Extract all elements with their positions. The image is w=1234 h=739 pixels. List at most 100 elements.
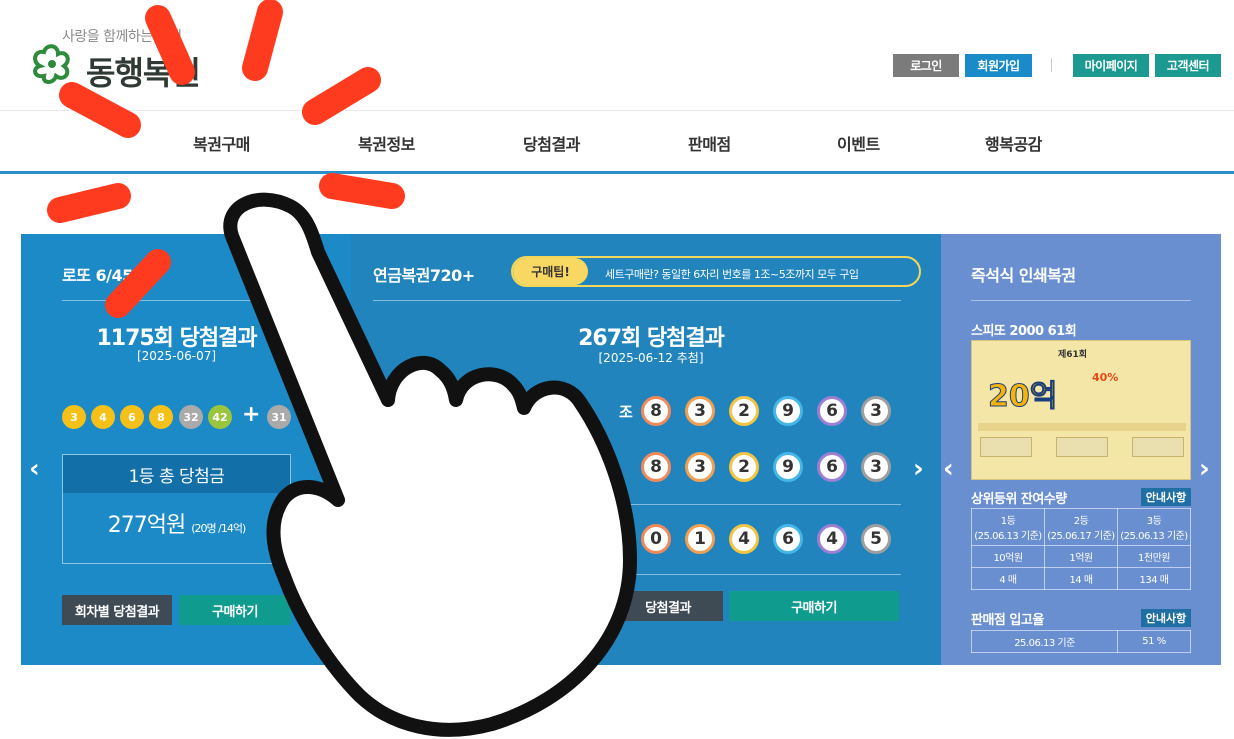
logo-tagline: 사랑을 함께하는 동행	[62, 29, 182, 45]
pension-ball: 6	[817, 452, 847, 482]
lotto-title[interactable]: 로또 6/45	[62, 262, 133, 286]
pension-bonus-ball: 5	[861, 524, 891, 554]
rate-info-button[interactable]: 안내사항	[1141, 609, 1191, 627]
lotto-ball: 3	[62, 405, 86, 429]
lotto-prize-box: 1등 총 당첨금 277억원 (20명 /14억)	[62, 454, 291, 564]
next-arrow-icon[interactable]: ›	[913, 454, 924, 484]
stock-info-button[interactable]: 안내사항	[1141, 488, 1191, 506]
lotto-draw-date: [2025-06-07]	[136, 349, 217, 363]
prize-amount-value: 277억원	[107, 513, 186, 538]
lotto-buy-button[interactable]: 구매하기	[179, 595, 291, 625]
pension-ball: 2	[729, 452, 759, 482]
customer-center-button[interactable]: 고객센터	[1155, 54, 1221, 77]
rate-label: 25.06.13 기준	[971, 630, 1118, 653]
lotto-ball: 32	[179, 405, 203, 429]
divider	[373, 574, 901, 575]
lotto-ball: 42	[208, 405, 232, 429]
stock-title: 상위등위 잔여수량	[971, 492, 1067, 507]
stock-amount: 1천만원	[1117, 545, 1191, 568]
divider	[971, 300, 1191, 301]
pension-ball: 3	[685, 452, 715, 482]
lotto-prize-amount: 277억원 (20명 /14억)	[63, 507, 290, 539]
pension-title[interactable]: 연금복권720+	[373, 262, 475, 286]
ticket-strip	[978, 423, 1186, 431]
mypage-button[interactable]: 마이페이지	[1073, 54, 1149, 77]
divider	[62, 300, 312, 301]
lotto-bonus-ball: 31	[267, 405, 291, 429]
instant-prev-arrow-icon[interactable]: ‹	[943, 454, 954, 484]
stock-header: 3등 (25.06.13 기준)	[1117, 508, 1191, 546]
pension-ball: 6	[817, 396, 847, 426]
spito-ticket-image[interactable]: 제61회 20억 40%	[971, 340, 1191, 480]
pension-bonus-ball: 0	[641, 524, 671, 554]
stock-count: 4 매	[971, 567, 1045, 590]
plus-icon: +	[242, 402, 261, 427]
lotto-panel: 로또 6/45 1175회 당첨결과 [2025-06-07] 3 4 6 8 …	[21, 234, 351, 665]
lotto-ball: 6	[120, 405, 144, 429]
pension-ball: 3	[861, 396, 891, 426]
lotto-prize-head: 1등 총 당첨금	[63, 455, 290, 493]
pension-ball: 9	[773, 396, 803, 426]
tip-text: 세트구매란? 동일한 6자리 번호를 1조~5조까지 모두 구입	[605, 268, 859, 281]
pension-bonus-ball: 6	[773, 524, 803, 554]
rate-title: 판매점 입고율	[971, 613, 1044, 628]
lotto-ball: 8	[149, 405, 173, 429]
nav-item-happiness[interactable]: 행복공감	[985, 131, 1042, 155]
pension-ball: 8	[641, 396, 671, 426]
pension-ball: 3	[861, 452, 891, 482]
pension-bonus-ball: 4	[729, 524, 759, 554]
stock-count: 14 매	[1044, 567, 1118, 590]
ticket-jackpot: 20억	[987, 379, 1058, 415]
nav-item-info[interactable]: 복권정보	[358, 131, 415, 155]
ticket-prize-box	[1132, 437, 1184, 457]
divider	[1051, 58, 1052, 72]
stock-amount: 1억원	[1044, 545, 1118, 568]
spito-title[interactable]: 스피또 2000 61회	[971, 320, 1077, 339]
nav-item-purchase[interactable]: 복권구매	[193, 131, 250, 155]
login-button[interactable]: 로그인	[893, 54, 959, 77]
lotto-history-button[interactable]: 회차별 당첨결과	[62, 595, 172, 625]
stock-table: 1등 (25.06.13 기준) 2등 (25.06.17 기준) 3등 (25…	[971, 508, 1191, 590]
instant-title[interactable]: 즉석식 인쇄복권	[971, 262, 1076, 286]
rate-table: 25.06.13 기준 51 %	[971, 630, 1191, 653]
pension-buy-button[interactable]: 구매하기	[729, 591, 899, 621]
instant-panel: 즉석식 인쇄복권 스피또 2000 61회 제61회 20억 40% ‹ › 상…	[941, 234, 1221, 665]
pension-panel: 연금복권720+ 구매팁! 세트구매란? 동일한 6자리 번호를 1조~5조까지…	[351, 234, 941, 665]
pension-draw-date: [2025-06-12 추첨]	[598, 351, 704, 365]
pension-ball: 8	[641, 452, 671, 482]
nav-item-events[interactable]: 이벤트	[837, 131, 880, 155]
ticket-prize-box	[1056, 437, 1108, 457]
pension-bonus-ball: 1	[685, 524, 715, 554]
main-nav: 복권구매 복권정보 당첨결과 판매점 이벤트 행복공감	[0, 110, 1234, 174]
join-button[interactable]: 회원가입	[965, 54, 1032, 77]
stock-header: 1등 (25.06.13 기준)	[971, 508, 1045, 546]
pension-round-title: 267회 당첨결과	[578, 326, 725, 351]
stock-count: 134 매	[1117, 567, 1191, 590]
prev-arrow-icon[interactable]: ‹	[29, 454, 40, 484]
lotto-ball: 4	[91, 405, 115, 429]
pension-bonus-ball: 4	[817, 524, 847, 554]
instant-next-arrow-icon[interactable]: ›	[1199, 454, 1210, 484]
main-banner: 로또 6/45 1175회 당첨결과 [2025-06-07] 3 4 6 8 …	[21, 234, 1221, 665]
purchase-tip-banner[interactable]: 구매팁! 세트구매란? 동일한 6자리 번호를 1조~5조까지 모두 구입	[511, 256, 921, 287]
prize-amount-note: (20명 /14억)	[191, 522, 246, 535]
rate-value: 51 %	[1117, 630, 1191, 653]
tip-tag: 구매팁!	[513, 258, 588, 285]
stock-amount: 10억원	[971, 545, 1045, 568]
ticket-prize-box	[980, 437, 1032, 457]
jo-label: 조	[619, 403, 633, 421]
divider	[373, 300, 901, 301]
pension-ball: 2	[729, 396, 759, 426]
stock-header: 2등 (25.06.17 기준)	[1044, 508, 1118, 546]
pension-ball: 9	[773, 452, 803, 482]
nav-item-stores[interactable]: 판매점	[688, 131, 731, 155]
pension-history-button[interactable]: 당첨결과	[613, 591, 723, 621]
site-header: 사랑을 함께하는 동행 동행복권 로그인 회원가입 마이페이지 고객센터	[0, 0, 1234, 110]
ticket-round: 제61회	[1058, 350, 1088, 360]
divider	[373, 504, 901, 505]
nav-item-results[interactable]: 당첨결과	[523, 131, 580, 155]
lotto-round-title: 1175회 당첨결과	[96, 326, 257, 351]
top-utility-buttons: 로그인 회원가입 마이페이지 고객센터	[0, 54, 1234, 78]
pension-ball: 3	[685, 396, 715, 426]
ticket-badge: 40%	[1092, 371, 1119, 384]
